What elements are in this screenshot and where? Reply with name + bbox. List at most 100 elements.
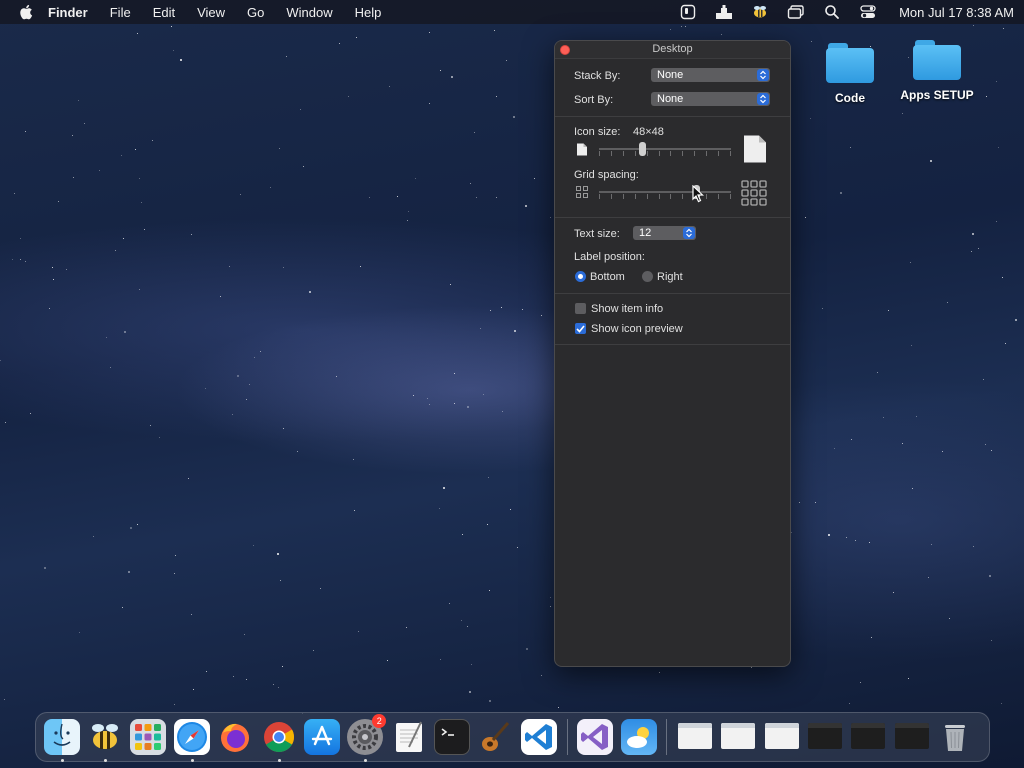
spotlight-search-icon[interactable]: [823, 4, 841, 20]
large-document-icon: [743, 135, 767, 166]
screen-record-icon[interactable]: [679, 4, 697, 20]
slider-tick: [611, 151, 612, 156]
dock-finder[interactable]: [42, 717, 82, 762]
menu-go[interactable]: Go: [247, 5, 264, 20]
stack-by-label: Stack By:: [574, 70, 621, 82]
label-position-right-radio[interactable]: [642, 271, 653, 282]
panel-title: Desktop: [652, 43, 693, 55]
label-position-bottom-radio[interactable]: [575, 271, 586, 282]
stepper-icon: [757, 69, 769, 81]
stepper-icon: [683, 227, 695, 239]
minimized-window-6[interactable]: [892, 719, 932, 755]
icon-size-label: Icon size:: [574, 126, 621, 138]
label-position-right-label[interactable]: Right: [657, 271, 683, 283]
textedit-icon: [391, 719, 427, 755]
stack-by-value: None: [657, 69, 684, 81]
dock-divider: [566, 719, 568, 755]
dock-vscode[interactable]: [519, 717, 559, 757]
dock-divider: [666, 719, 668, 755]
bee-icon: [87, 719, 123, 755]
bee-app-icon[interactable]: [751, 4, 769, 20]
running-indicator: [60, 759, 64, 762]
trash-icon: [937, 719, 973, 755]
dock-system-preferences[interactable]: 2: [345, 714, 387, 762]
slider-tick: [659, 151, 660, 156]
grid-spacing-label: Grid spacing:: [574, 169, 639, 181]
sort-by-value: None: [657, 93, 684, 105]
slider-tick: [670, 151, 671, 156]
desktop-folder-code[interactable]: Code: [805, 43, 895, 105]
weather-icon: [620, 719, 657, 755]
slider-tick: [647, 151, 648, 156]
dock-bee[interactable]: [85, 717, 125, 762]
icon-size-value: 48×48: [633, 126, 664, 138]
screen-mirroring-icon[interactable]: [787, 4, 805, 20]
separator: [555, 217, 790, 218]
slider-tick: [730, 194, 731, 199]
dock-textedit[interactable]: [389, 717, 429, 757]
separator: [555, 116, 790, 117]
stack-by-popup[interactable]: None: [651, 68, 770, 82]
menu-edit[interactable]: Edit: [153, 5, 175, 20]
text-size-popup[interactable]: 12: [633, 226, 696, 240]
menu-finder[interactable]: Finder: [48, 5, 88, 20]
show-icon-preview-checkbox[interactable]: [575, 323, 586, 334]
slider-tick: [718, 194, 719, 199]
minimized-window-textedit[interactable]: [762, 719, 802, 755]
apple-menu-icon[interactable]: [18, 4, 34, 20]
dock-weather[interactable]: [619, 717, 659, 757]
control-center-icon[interactable]: [859, 4, 877, 20]
dock-app-store[interactable]: [302, 717, 342, 757]
terminal-icon: [434, 719, 471, 755]
label-position-label: Label position:: [574, 251, 645, 263]
panel-titlebar[interactable]: Desktop: [555, 41, 790, 59]
separator: [555, 344, 790, 345]
slider-tick: [682, 194, 683, 199]
dock-terminal[interactable]: [432, 717, 472, 757]
slider-tick: [730, 151, 731, 156]
show-item-info-checkbox[interactable]: [575, 303, 586, 314]
label-position-bottom-label[interactable]: Bottom: [590, 271, 625, 283]
menu-bar-clock[interactable]: Mon Jul 17 8:38 AM: [899, 5, 1014, 20]
icon-size-slider-knob[interactable]: [639, 142, 646, 156]
dock-instruments[interactable]: [475, 717, 515, 757]
icon-size-slider[interactable]: [599, 141, 731, 157]
dock-visual-studio[interactable]: [575, 717, 615, 757]
folder-icon: [826, 43, 874, 83]
large-grid-icon: [741, 180, 767, 209]
notification-badge: 2: [372, 714, 387, 728]
desktop-folder-apps-setup[interactable]: Apps SETUP: [892, 40, 982, 102]
dock-chrome[interactable]: [259, 717, 299, 762]
small-document-icon: [576, 143, 588, 159]
dock-firefox[interactable]: [215, 717, 255, 757]
slider-tick: [706, 194, 707, 199]
show-icon-preview-label[interactable]: Show icon preview: [591, 323, 683, 335]
slider-tick: [623, 151, 624, 156]
upload-tray-icon[interactable]: [715, 4, 733, 20]
slider-tick: [718, 151, 719, 156]
folder-label: Code: [835, 91, 865, 105]
dock-trash[interactable]: [935, 717, 975, 757]
dock-launchpad[interactable]: [128, 717, 168, 757]
show-item-info-label[interactable]: Show item info: [591, 303, 663, 315]
dock-safari[interactable]: [172, 717, 212, 762]
menu-window[interactable]: Window: [286, 5, 332, 20]
guitar-icon: [477, 719, 513, 755]
menu-help[interactable]: Help: [355, 5, 382, 20]
minimized-window-chrome[interactable]: [718, 719, 758, 755]
menu-file[interactable]: File: [110, 5, 131, 20]
minimized-window-4[interactable]: [805, 719, 845, 755]
minimized-window-safari[interactable]: [675, 719, 715, 755]
launchpad-icon: [130, 719, 167, 755]
sort-by-popup[interactable]: None: [651, 92, 770, 106]
wallpaper-stars: [0, 0, 1024, 768]
folder-label: Apps SETUP: [900, 88, 974, 102]
running-indicator: [364, 759, 368, 762]
separator: [555, 293, 790, 294]
menu-view[interactable]: View: [197, 5, 225, 20]
grid-spacing-slider[interactable]: [599, 184, 731, 200]
slider-tick: [635, 151, 636, 156]
minimized-window-5[interactable]: [848, 719, 888, 755]
slider-tick: [682, 151, 683, 156]
vscode-icon: [520, 719, 557, 755]
